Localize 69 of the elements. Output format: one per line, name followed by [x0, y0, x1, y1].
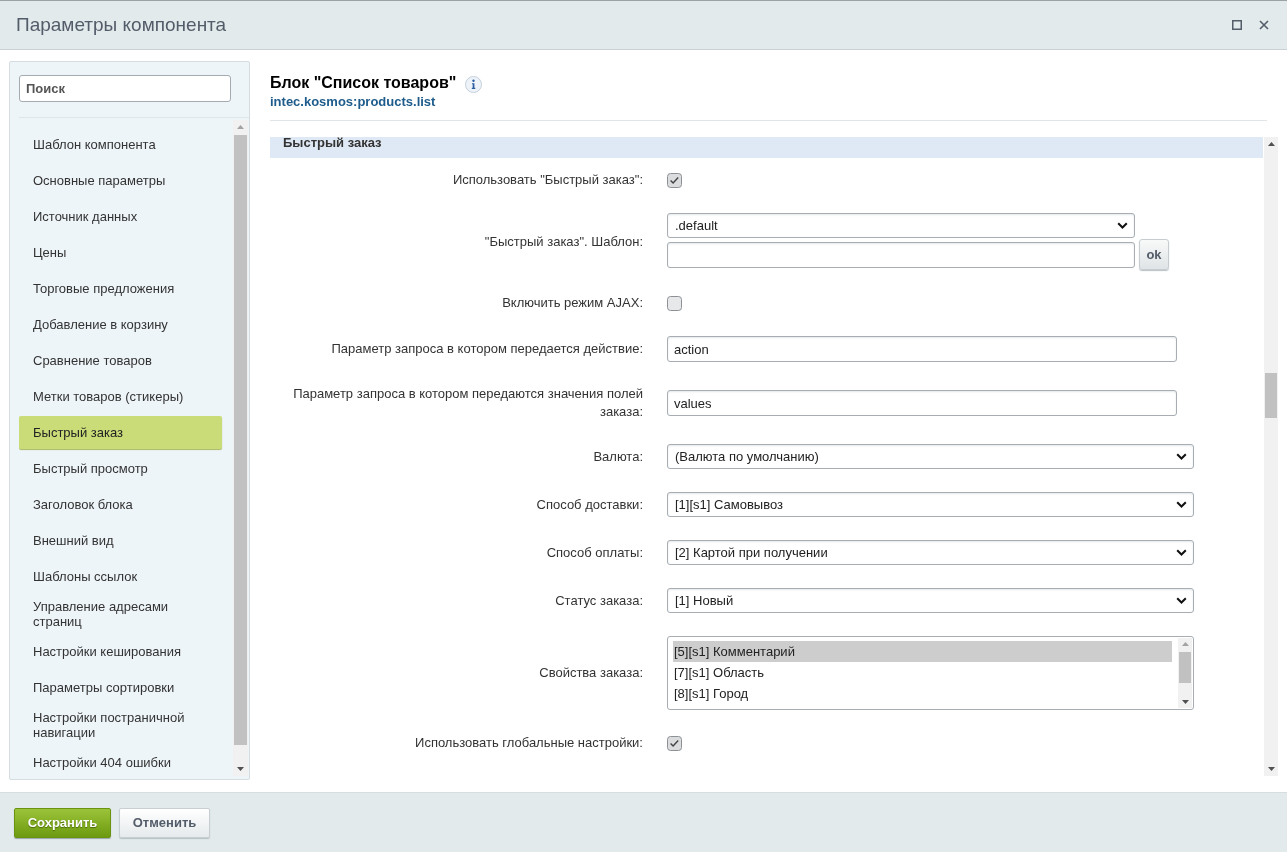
close-icon[interactable] [1259, 20, 1269, 30]
sidebar-item[interactable]: Источник данных [19, 200, 222, 233]
scroll-down-icon[interactable] [1181, 700, 1189, 704]
scrollbar-thumb[interactable] [1179, 652, 1191, 683]
text-field[interactable]: action [667, 336, 1177, 362]
sidebar-item[interactable]: Быстрый заказ [19, 416, 222, 449]
checkbox[interactable] [667, 295, 682, 311]
field-label: "Быстрый заказ". Шаблон: [483, 232, 643, 251]
chevron-down-icon [1117, 222, 1128, 229]
field-label: Параметр запроса в котором передаются значения полей заказа: [292, 385, 643, 421]
field-label: Использовать глобальные настройки: [414, 734, 643, 752]
info-icon[interactable] [465, 76, 483, 93]
chevron-down-icon [1176, 597, 1187, 604]
dropdown[interactable]: [1][s1] Самовывоз [667, 492, 1194, 517]
sidebar-item[interactable]: Шаблоны ссылок [19, 560, 222, 593]
sidebar-item[interactable]: Торговые предложения [19, 272, 222, 305]
sidebar-item[interactable]: Внешний вид [19, 524, 222, 557]
list-box[interactable]: [5][s1] Комментарий [7][s1] Область [8][s1] Город [667, 636, 1194, 710]
field-label: Включить режим AJAX: [501, 294, 643, 312]
field-label: Способ доставки: [535, 495, 643, 514]
checkbox[interactable] [667, 735, 682, 751]
chevron-down-icon [1176, 453, 1187, 460]
field-label: Валюта: [592, 447, 643, 466]
sidebar-item[interactable]: Настройки кеширования [19, 635, 222, 668]
scroll-down-icon[interactable] [237, 767, 244, 771]
cancel-button[interactable]: Отменить [119, 807, 210, 838]
sidebar-item[interactable]: Основные параметры [19, 164, 222, 197]
sidebar-item[interactable]: Добавление в корзину [19, 308, 222, 341]
text-field[interactable] [667, 241, 1135, 268]
component-code: intec.kosmos:products.list [270, 94, 436, 110]
sidebar-item[interactable]: Параметры сортировки [19, 671, 222, 704]
scrollbar-thumb[interactable] [234, 135, 247, 745]
window-title: Параметры компонента [16, 13, 227, 37]
sidebar-item[interactable]: Управление адресами страниц [19, 596, 222, 632]
list-option[interactable]: [7][s1] Область [673, 662, 1172, 683]
maximize-icon[interactable] [1232, 20, 1242, 30]
dropdown[interactable]: [1] Новый [667, 588, 1194, 613]
field-label: Статус заказа: [554, 591, 643, 610]
field-label: Параметр запроса в котором передается действие: [330, 340, 643, 358]
ok-button[interactable]: ok [1139, 239, 1169, 270]
scroll-down-icon[interactable] [1267, 767, 1275, 771]
field-label: Использовать "Быстрый заказ": [451, 171, 643, 189]
chevron-down-icon [1176, 549, 1187, 556]
dropdown[interactable]: .default [667, 213, 1135, 238]
list-option[interactable]: [8][s1] Город [673, 683, 1172, 704]
sidebar-item[interactable]: Настройки 404 ошибки [19, 746, 222, 779]
scrollbar[interactable] [1178, 638, 1192, 708]
field-label: Способ оплаты: [545, 543, 643, 562]
sidebar-item[interactable]: Цены [19, 236, 222, 269]
scrollbar-thumb[interactable] [1265, 373, 1277, 418]
scrollbar[interactable] [233, 120, 248, 776]
field-label: Свойства заказа: [538, 664, 643, 682]
checkbox[interactable] [667, 172, 682, 188]
scroll-up-icon[interactable] [1267, 142, 1275, 146]
text-field[interactable]: values [667, 390, 1177, 416]
chevron-down-icon [1176, 501, 1187, 508]
sidebar-item[interactable]: Метки товаров (стикеры) [19, 380, 222, 413]
scrollbar[interactable] [1264, 137, 1278, 776]
sidebar-item[interactable]: Сравнение товаров [19, 344, 222, 377]
list-option[interactable]: [5][s1] Комментарий [673, 641, 1172, 662]
component-title: Блок "Список товаров" [270, 73, 457, 92]
sidebar-item[interactable]: Шаблон компонента [19, 128, 222, 161]
sidebar-item[interactable]: Быстрый просмотр [19, 452, 222, 485]
section-title: Быстрый заказ [283, 137, 382, 149]
dropdown[interactable]: [2] Картой при получении [667, 540, 1194, 565]
dropdown[interactable]: (Валюта по умолчанию) [667, 444, 1194, 469]
sidebar-item[interactable]: Настройки постраничной навигации [19, 707, 222, 743]
sidebar-item[interactable]: Заголовок блока [19, 488, 222, 521]
search-field[interactable]: Поиск [19, 75, 231, 102]
